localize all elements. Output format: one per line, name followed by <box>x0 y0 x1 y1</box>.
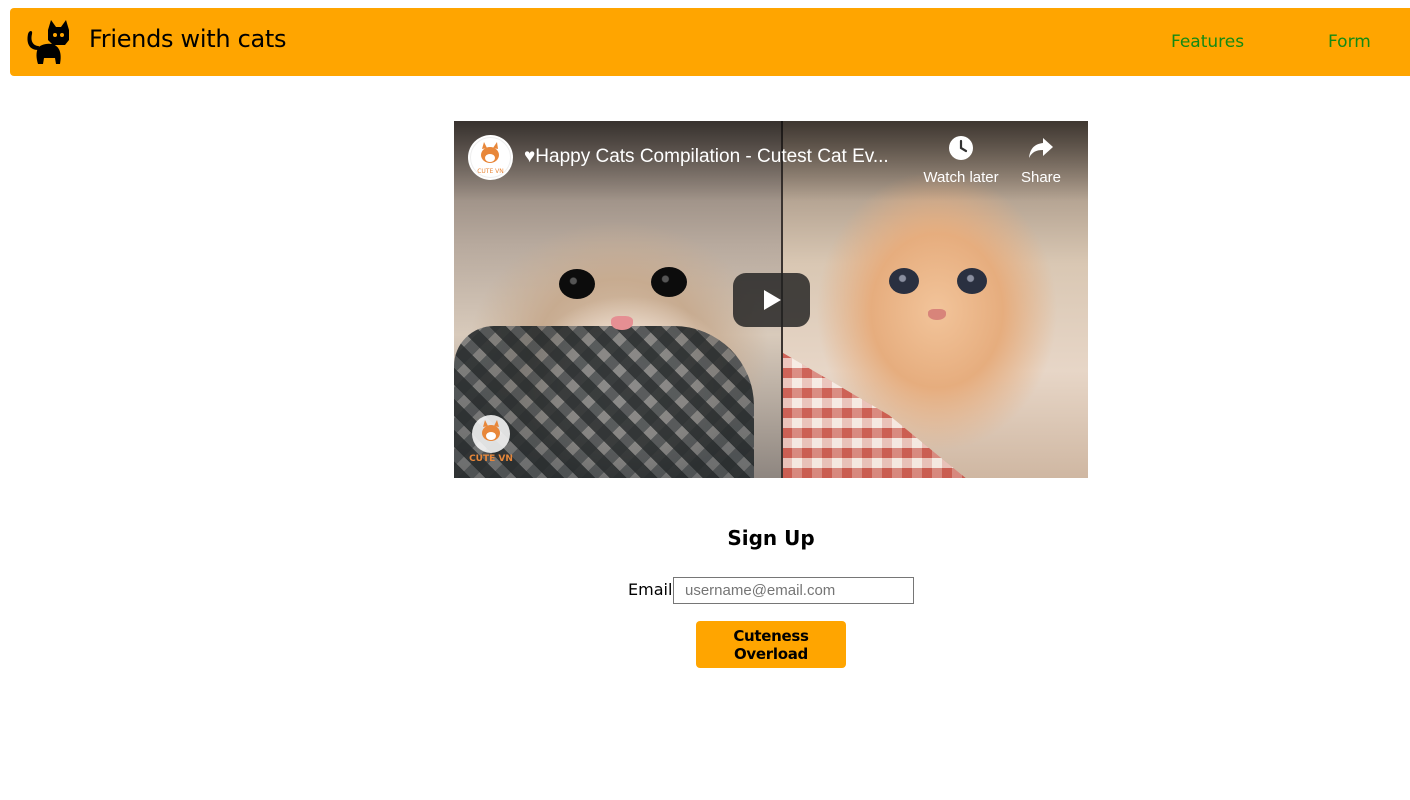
site-header: Friends with cats Features Form <box>10 8 1410 76</box>
kitten-nose <box>611 316 633 330</box>
kitten-eye <box>889 268 919 294</box>
kitten-nose <box>928 309 946 320</box>
watch-later-button[interactable]: Watch later <box>919 135 1003 186</box>
svg-text:CUTE VN: CUTE VN <box>477 168 504 175</box>
submit-button[interactable]: Cuteness Overload <box>696 621 846 668</box>
play-icon <box>764 290 781 310</box>
clock-icon <box>919 135 1003 165</box>
cat-logo-icon <box>22 20 70 66</box>
kitten-eye <box>957 268 987 294</box>
kitten-eye <box>559 269 595 299</box>
nav-link-form[interactable]: Form <box>1328 32 1371 52</box>
form-title: Sign Up <box>727 526 815 550</box>
channel-avatar[interactable]: CUTE VN <box>468 135 513 180</box>
play-button[interactable] <box>733 273 810 327</box>
checkered-cloth-graphic <box>782 352 966 478</box>
email-field[interactable] <box>673 577 914 604</box>
nav-link-features[interactable]: Features <box>1171 32 1244 52</box>
video-embed[interactable]: CUTE VN ♥Happy Cats Compilation - Cutest… <box>454 121 1088 478</box>
share-arrow-icon <box>1017 135 1065 165</box>
watermark-text: CUTE VN <box>469 454 513 464</box>
share-button[interactable]: Share <box>1017 135 1065 186</box>
email-label: Email: <box>628 580 678 599</box>
share-label: Share <box>1020 169 1062 186</box>
channel-watermark-logo[interactable]: CUTE VN <box>468 414 514 464</box>
watch-later-label: Watch later <box>923 169 999 186</box>
kitten-eye <box>651 267 687 297</box>
video-title[interactable]: ♥Happy Cats Compilation - Cutest Cat Ev.… <box>524 146 889 168</box>
site-title: Friends with cats <box>89 25 287 53</box>
